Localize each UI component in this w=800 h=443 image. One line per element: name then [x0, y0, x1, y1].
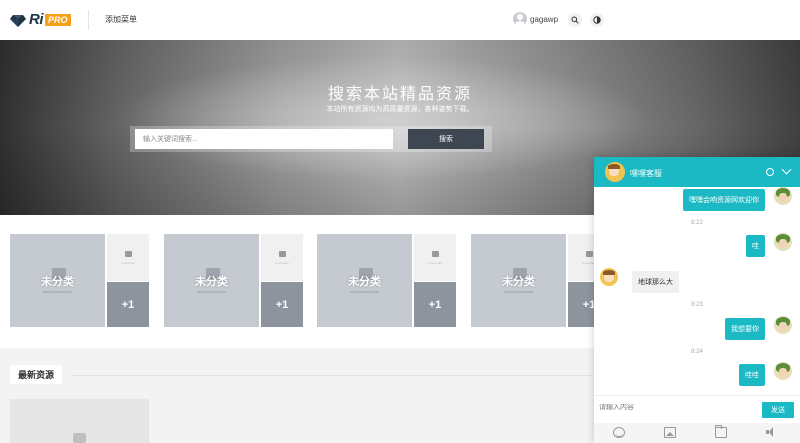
- chat-timestamp: 8:23: [691, 302, 703, 308]
- image-placeholder-icon: [124, 250, 132, 257]
- header-divider: [88, 10, 89, 30]
- agent-avatar: [600, 268, 618, 286]
- thumb-placeholder-text: thumbnail: [428, 260, 442, 265]
- resource-card[interactable]: [10, 399, 149, 443]
- site-logo[interactable]: Ri PRO: [10, 11, 71, 28]
- hero-title: 搜索本站精品资源: [327, 86, 472, 103]
- chat-input-area: 发送: [594, 395, 800, 423]
- agent-avatar: [605, 162, 625, 182]
- category-card[interactable]: 未分类 thumbnail +1: [317, 234, 456, 327]
- theme-toggle-icon[interactable]: [590, 13, 604, 27]
- category-label: 未分类: [195, 273, 228, 293]
- thumb-placeholder-text: thumbnail: [121, 260, 135, 265]
- image-placeholder-icon: [73, 433, 86, 443]
- sound-icon[interactable]: [766, 427, 778, 438]
- category-more-count[interactable]: +1: [107, 282, 149, 327]
- category-cover[interactable]: 未分类: [10, 234, 105, 327]
- chevron-down-icon[interactable]: [781, 164, 792, 175]
- category-card[interactable]: 未分类 thumbnail +1: [164, 234, 303, 327]
- chat-message-out: 我想要你: [725, 318, 765, 340]
- image-placeholder-icon: [431, 250, 439, 257]
- user-avatar: [774, 233, 792, 251]
- search-input[interactable]: [135, 129, 393, 149]
- chat-message-out: 嘿嘿会响资源网欢迎你: [683, 189, 765, 211]
- folder-icon[interactable]: [715, 425, 727, 438]
- send-button[interactable]: 发送: [762, 402, 794, 418]
- globe-icon[interactable]: [766, 168, 774, 176]
- chat-message-out: 哇哇: [739, 364, 765, 386]
- chat-message-in: 地球那么大: [632, 271, 679, 293]
- chat-messages[interactable]: 嘿嘿会响资源网欢迎你 8:22 哇 地球那么大 8:23 我想要你 8:24 哇…: [594, 187, 800, 392]
- chat-header[interactable]: 嘿嘿客服: [594, 157, 800, 187]
- category-thumb[interactable]: thumbnail: [261, 234, 303, 281]
- latest-tab[interactable]: 最新资源: [10, 365, 63, 384]
- category-card[interactable]: 未分类 thumbnail +1: [471, 234, 610, 327]
- chat-timestamp: 8:22: [691, 220, 703, 226]
- chat-toolbar: [594, 423, 800, 443]
- image-placeholder-icon: [278, 250, 286, 257]
- chat-message-out: 哇: [746, 235, 765, 257]
- site-header: Ri PRO 添加菜单 gagawp: [0, 0, 800, 40]
- chat-widget: 嘿嘿客服 嘿嘿会响资源网欢迎你 8:22 哇 地球那么大 8:23 我想要你 8…: [594, 157, 800, 443]
- emoji-icon[interactable]: [613, 427, 625, 438]
- section-divider: [72, 375, 592, 376]
- hero-subtitle: 本站所有资源均为高质量资源，各种姿势下载。: [326, 106, 474, 113]
- chat-timestamp: 8:24: [691, 349, 703, 355]
- logo-badge: PRO: [45, 13, 71, 26]
- category-cover[interactable]: 未分类: [317, 234, 412, 327]
- category-more-count[interactable]: +1: [261, 282, 303, 327]
- image-icon[interactable]: [664, 427, 676, 438]
- diamond-icon: [10, 12, 26, 28]
- category-cover[interactable]: 未分类: [164, 234, 259, 327]
- nav-add-menu[interactable]: 添加菜单: [105, 14, 137, 25]
- category-label: 未分类: [41, 273, 74, 293]
- category-label: 未分类: [502, 273, 535, 293]
- category-thumb[interactable]: thumbnail: [414, 234, 456, 281]
- user-avatar: [774, 316, 792, 334]
- search-button[interactable]: 搜索: [408, 129, 484, 149]
- user-avatar: [774, 362, 792, 380]
- search-icon[interactable]: [568, 13, 582, 27]
- category-cover[interactable]: 未分类: [471, 234, 566, 327]
- category-card[interactable]: 未分类 thumbnail +1: [10, 234, 149, 327]
- thumb-placeholder-text: thumbnail: [275, 260, 289, 265]
- hero-search-bar: 搜索: [130, 126, 492, 152]
- user-avatar: [774, 187, 792, 205]
- username: gagawp: [530, 14, 559, 24]
- category-more-count[interactable]: +1: [414, 282, 456, 327]
- user-menu[interactable]: gagawp: [513, 12, 558, 26]
- user-avatar: [513, 12, 527, 26]
- logo-text: Ri: [29, 11, 44, 28]
- chat-title: 嘿嘿客服: [630, 169, 662, 178]
- image-placeholder-icon: [585, 250, 593, 257]
- category-label: 未分类: [348, 273, 381, 293]
- category-thumb[interactable]: thumbnail: [107, 234, 149, 281]
- chat-input[interactable]: [599, 404, 749, 411]
